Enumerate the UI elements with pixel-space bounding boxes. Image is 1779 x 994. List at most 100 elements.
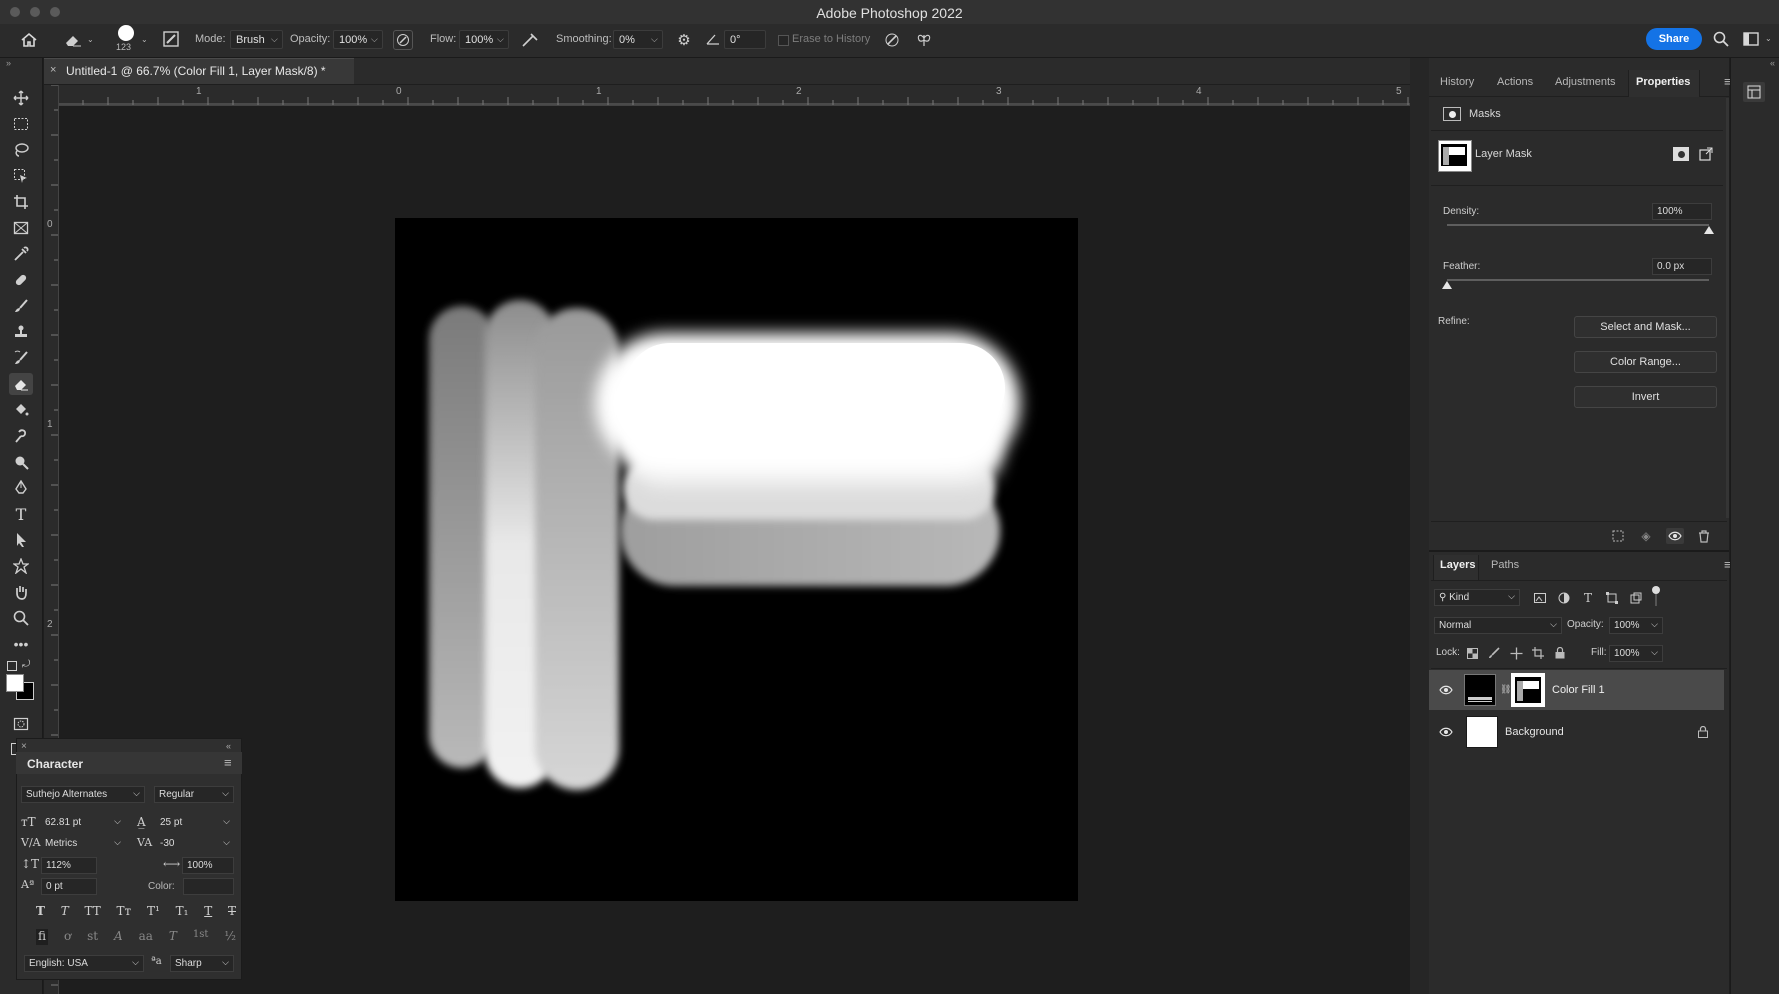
fill-input[interactable]: 100% ⌵ xyxy=(1609,645,1663,662)
tab-history[interactable]: History xyxy=(1440,76,1474,88)
feather-slider-track[interactable] xyxy=(1447,279,1709,281)
strikethrough-button[interactable]: T xyxy=(228,904,236,920)
erase-to-history-checkbox[interactable] xyxy=(778,35,789,46)
eyedropper-tool-icon[interactable] xyxy=(9,243,33,265)
foreground-color-swatch[interactable] xyxy=(6,674,24,692)
tab-layers[interactable]: Layers xyxy=(1440,559,1475,571)
smudge-tool-icon[interactable] xyxy=(9,425,33,447)
filter-smart-object-icon[interactable] xyxy=(1628,590,1644,606)
font-family-select[interactable]: Suthejo Alternates ⌵ xyxy=(21,786,145,803)
tab-properties[interactable]: Properties xyxy=(1636,76,1690,88)
faux-bold-button[interactable]: T xyxy=(36,904,45,920)
load-selection-icon[interactable] xyxy=(1610,528,1626,544)
clone-stamp-tool-icon[interactable] xyxy=(9,321,33,343)
horizontal-scale-input[interactable]: 100% xyxy=(182,857,234,874)
stylistic-alternates-button[interactable]: aa xyxy=(139,929,153,945)
opacity-input[interactable]: 100% ⌵ xyxy=(333,30,383,49)
filter-adjustment-icon[interactable] xyxy=(1556,590,1572,606)
lock-all-icon[interactable] xyxy=(1552,645,1568,661)
pressure-opacity-icon[interactable] xyxy=(393,30,413,50)
properties-panel-icon[interactable] xyxy=(1743,82,1765,102)
filter-type-icon[interactable]: T xyxy=(1580,590,1596,606)
lock-pixels-icon[interactable] xyxy=(1486,645,1502,661)
panel-scrollbar[interactable] xyxy=(1726,98,1729,518)
link-icon[interactable]: ⛓ xyxy=(1500,684,1511,695)
search-icon[interactable] xyxy=(1711,29,1731,49)
faux-italic-button[interactable]: T xyxy=(61,904,69,920)
document-canvas[interactable] xyxy=(395,218,1078,901)
layer-filter-select[interactable]: ⚲ Kind ⌵ xyxy=(1434,589,1520,606)
kerning-select[interactable]: Metrics ⌵ xyxy=(41,836,125,853)
object-selection-tool-icon[interactable] xyxy=(9,165,33,187)
paint-bucket-tool-icon[interactable] xyxy=(9,399,33,421)
eye-icon[interactable] xyxy=(1437,682,1455,698)
chevron-down-icon[interactable]: ⌄ xyxy=(141,35,148,44)
tab-adjustments[interactable]: Adjustments xyxy=(1555,76,1616,88)
density-slider-thumb[interactable] xyxy=(1704,226,1714,234)
brush-tool-icon[interactable] xyxy=(9,295,33,317)
eraser-tool-preset-icon[interactable] xyxy=(62,30,84,50)
history-brush-tool-icon[interactable] xyxy=(9,347,33,369)
angle-input[interactable]: 0° xyxy=(724,30,766,49)
dodge-tool-icon[interactable] xyxy=(9,451,33,473)
collapse-panel-icon[interactable]: « xyxy=(226,741,231,751)
vertical-scale-input[interactable]: 112% xyxy=(41,857,97,874)
baseline-shift-input[interactable]: 0 pt xyxy=(41,878,97,895)
type-tool-icon[interactable]: T xyxy=(9,503,33,525)
all-caps-button[interactable]: TT xyxy=(85,904,101,920)
invert-button[interactable]: Invert xyxy=(1574,386,1717,408)
discretionary-ligatures-button[interactable]: ơ xyxy=(64,929,71,945)
density-slider-track[interactable] xyxy=(1447,224,1709,226)
tracking-input[interactable]: -30 ⌵ xyxy=(156,836,234,853)
superscript-button[interactable]: T¹ xyxy=(147,904,160,920)
density-input[interactable]: 100% xyxy=(1652,203,1712,220)
leading-input[interactable]: 25 pt ⌵ xyxy=(156,815,234,832)
trash-icon[interactable] xyxy=(1696,528,1712,544)
eraser-tool-icon[interactable] xyxy=(9,373,33,395)
background-thumbnail[interactable] xyxy=(1466,716,1498,748)
share-button[interactable]: Share xyxy=(1646,28,1702,50)
quick-mask-icon[interactable] xyxy=(9,713,33,735)
layer-opacity-input[interactable]: 100% ⌵ xyxy=(1609,617,1663,634)
layer-mask-thumbnail[interactable] xyxy=(1511,673,1545,707)
feather-input[interactable]: 0.0 px xyxy=(1652,258,1712,275)
panel-menu-icon[interactable]: ≡ xyxy=(224,755,232,770)
brush-settings-icon[interactable] xyxy=(162,30,180,48)
lock-artboard-icon[interactable] xyxy=(1530,645,1546,661)
pen-tool-icon[interactable] xyxy=(9,477,33,499)
flow-input[interactable]: 100% ⌵ xyxy=(459,30,509,49)
close-panel-icon[interactable]: × xyxy=(21,741,27,752)
lock-position-icon[interactable] xyxy=(1508,645,1524,661)
eye-icon[interactable] xyxy=(1437,724,1455,740)
move-tool-icon[interactable] xyxy=(9,87,33,109)
tab-actions[interactable]: Actions xyxy=(1497,76,1533,88)
layer-mask-thumbnail[interactable] xyxy=(1438,140,1472,172)
custom-shape-tool-icon[interactable] xyxy=(9,555,33,577)
chevron-down-icon[interactable]: ⌄ xyxy=(1765,34,1772,43)
pixel-mask-icon[interactable] xyxy=(1673,147,1689,161)
underline-button[interactable]: T xyxy=(204,904,212,920)
chevron-down-icon[interactable]: ⌄ xyxy=(87,35,94,44)
font-size-input[interactable]: 62.81 pt ⌵ xyxy=(41,815,125,832)
text-color-swatch[interactable] xyxy=(183,878,234,895)
ligatures-button[interactable]: fi xyxy=(36,929,49,945)
airbrush-icon[interactable] xyxy=(520,30,540,50)
zoom-tool-icon[interactable] xyxy=(9,607,33,629)
fractions-button[interactable]: ½ xyxy=(224,929,236,945)
subscript-button[interactable]: T₁ xyxy=(176,904,189,920)
more-tools-icon[interactable]: ••• xyxy=(9,633,33,655)
eye-icon[interactable] xyxy=(1666,528,1684,544)
lasso-tool-icon[interactable] xyxy=(9,139,33,161)
path-selection-tool-icon[interactable] xyxy=(9,529,33,551)
small-caps-button[interactable]: Tт xyxy=(117,904,132,920)
healing-brush-tool-icon[interactable] xyxy=(9,269,33,291)
home-icon[interactable] xyxy=(18,30,40,50)
mode-select[interactable]: Brush ⌵ xyxy=(230,30,283,49)
symmetry-butterfly-icon[interactable] xyxy=(914,30,934,50)
frame-tool-icon[interactable] xyxy=(9,217,33,239)
select-and-mask-button[interactable]: Select and Mask... xyxy=(1574,316,1717,338)
color-range-button[interactable]: Color Range... xyxy=(1574,351,1717,373)
smoothing-input[interactable]: 0% ⌵ xyxy=(613,30,663,49)
gear-icon[interactable]: ⚙ xyxy=(674,30,694,50)
lock-transparent-icon[interactable] xyxy=(1464,645,1480,661)
